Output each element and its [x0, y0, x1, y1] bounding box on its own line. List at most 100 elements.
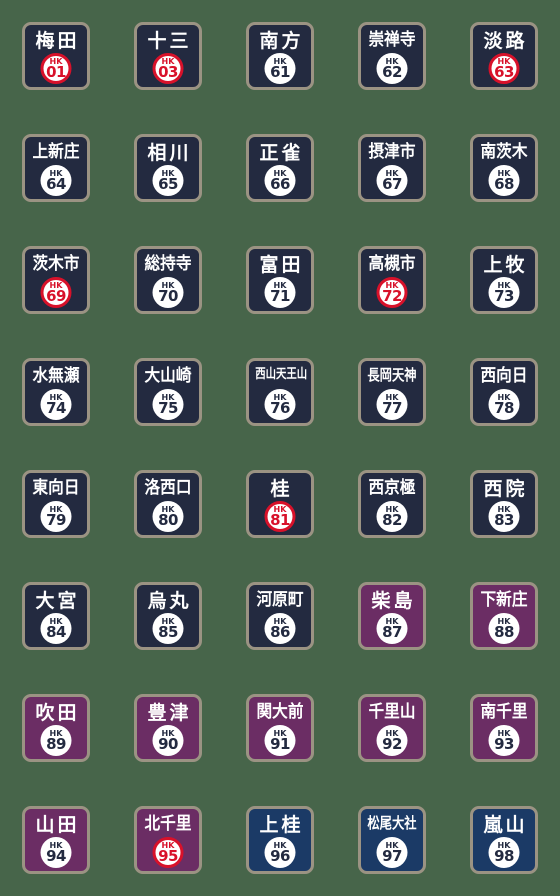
station-name-label: 桂 [270, 478, 290, 500]
station-sign-94[interactable]: 山田 HK 94 [22, 806, 90, 874]
station-sign-67[interactable]: 摂津市 HK 67 [358, 134, 426, 202]
station-cell: 関大前 HK 91 [224, 672, 336, 784]
station-sign-63[interactable]: 淡路 HK 63 [470, 22, 538, 90]
station-number-badge: HK 80 [152, 501, 184, 532]
station-name-label: 水無瀬 [32, 366, 80, 386]
station-sign-92[interactable]: 千里山 HK 92 [358, 694, 426, 762]
station-name-label: 柴島 [371, 590, 416, 612]
station-cell: 豊津 HK 90 [112, 672, 224, 784]
station-sign-62[interactable]: 崇禅寺 HK 62 [358, 22, 426, 90]
station-sign-93[interactable]: 南千里 HK 93 [470, 694, 538, 762]
station-cell: 西院 HK 83 [448, 448, 560, 560]
station-number-badge: HK 61 [264, 53, 296, 84]
station-number-badge: HK 79 [40, 501, 72, 532]
station-sign-70[interactable]: 総持寺 HK 70 [134, 246, 202, 314]
station-sign-83[interactable]: 西院 HK 83 [470, 470, 538, 538]
station-cell: 西京極 HK 82 [336, 448, 448, 560]
station-sign-66[interactable]: 正雀 HK 66 [246, 134, 314, 202]
station-sign-85[interactable]: 烏丸 HK 85 [134, 582, 202, 650]
station-number-label: 88 [494, 622, 514, 641]
station-number-badge: HK 62 [376, 53, 408, 84]
station-sign-88[interactable]: 下新庄 HK 88 [470, 582, 538, 650]
station-sign-76[interactable]: 西山天王山 HK 76 [246, 358, 314, 426]
station-name-label: 千里山 [368, 702, 416, 722]
station-sign-75[interactable]: 大山崎 HK 75 [134, 358, 202, 426]
station-cell: 茨木市 HK 69 [0, 224, 112, 336]
station-name-label: 上新庄 [32, 142, 80, 162]
station-number-badge: HK 63 [488, 53, 520, 84]
station-sign-89[interactable]: 吹田 HK 89 [22, 694, 90, 762]
station-name-label: 西山天王山 [255, 367, 308, 382]
station-name-label: 河原町 [256, 590, 304, 610]
station-name-label: 関大前 [256, 702, 304, 722]
station-sign-90[interactable]: 豊津 HK 90 [134, 694, 202, 762]
station-name-label: 総持寺 [144, 254, 192, 274]
station-sign-61[interactable]: 南方 HK 61 [246, 22, 314, 90]
station-sign-79[interactable]: 東向日 HK 79 [22, 470, 90, 538]
station-number-label: 92 [382, 734, 402, 753]
station-cell: 富田 HK 71 [224, 224, 336, 336]
station-number-badge: HK 76 [264, 389, 296, 420]
station-number-badge: HK 68 [488, 165, 520, 196]
station-cell: 山田 HK 94 [0, 784, 112, 896]
station-sign-65[interactable]: 相川 HK 65 [134, 134, 202, 202]
station-cell: 千里山 HK 92 [336, 672, 448, 784]
station-sign-82[interactable]: 西京極 HK 82 [358, 470, 426, 538]
station-number-badge: HK 85 [152, 613, 184, 644]
station-number-badge: HK 72 [376, 277, 408, 308]
station-cell: 大山崎 HK 75 [112, 336, 224, 448]
station-sign-71[interactable]: 富田 HK 71 [246, 246, 314, 314]
station-number-badge: HK 67 [376, 165, 408, 196]
station-number-badge: HK 96 [264, 837, 296, 868]
station-sign-01[interactable]: 梅田 HK 01 [22, 22, 90, 90]
station-number-badge: HK 84 [40, 613, 72, 644]
station-sign-86[interactable]: 河原町 HK 86 [246, 582, 314, 650]
station-number-label: 90 [158, 734, 178, 753]
station-sign-grid: 梅田 HK 01 十三 HK 03 南方 HK 61 崇禅寺 HK 62 淡路 HK 63 上新庄 HK 64 相川… [0, 0, 560, 896]
station-name-label: 嵐山 [483, 814, 528, 836]
station-sign-73[interactable]: 上牧 HK 73 [470, 246, 538, 314]
station-sign-64[interactable]: 上新庄 HK 64 [22, 134, 90, 202]
station-name-label: 南茨木 [480, 142, 528, 162]
station-sign-95[interactable]: 北千里 HK 95 [134, 806, 202, 874]
station-sign-77[interactable]: 長岡天神 HK 77 [358, 358, 426, 426]
station-sign-87[interactable]: 柴島 HK 87 [358, 582, 426, 650]
station-name-label: 梅田 [35, 30, 80, 52]
station-sign-96[interactable]: 上桂 HK 96 [246, 806, 314, 874]
station-sign-81[interactable]: 桂 HK 81 [246, 470, 314, 538]
station-number-label: 62 [382, 62, 402, 81]
station-sign-68[interactable]: 南茨木 HK 68 [470, 134, 538, 202]
station-sign-72[interactable]: 高槻市 HK 72 [358, 246, 426, 314]
station-name-label: 東向日 [32, 478, 80, 498]
station-cell: 下新庄 HK 88 [448, 560, 560, 672]
station-sign-74[interactable]: 水無瀬 HK 74 [22, 358, 90, 426]
station-number-badge: HK 81 [264, 501, 296, 532]
station-cell: 松尾大社 HK 97 [336, 784, 448, 896]
station-sign-91[interactable]: 関大前 HK 91 [246, 694, 314, 762]
station-cell: 上桂 HK 96 [224, 784, 336, 896]
station-sign-78[interactable]: 西向日 HK 78 [470, 358, 538, 426]
station-number-label: 61 [270, 62, 290, 81]
station-number-badge: HK 77 [376, 389, 408, 420]
station-name-label: 吹田 [35, 702, 80, 724]
station-number-badge: HK 98 [488, 837, 520, 868]
station-number-badge: HK 73 [488, 277, 520, 308]
station-sign-97[interactable]: 松尾大社 HK 97 [358, 806, 426, 874]
station-cell: 西向日 HK 78 [448, 336, 560, 448]
station-sign-80[interactable]: 洛西口 HK 80 [134, 470, 202, 538]
station-cell: 北千里 HK 95 [112, 784, 224, 896]
station-cell: 東向日 HK 79 [0, 448, 112, 560]
station-number-badge: HK 70 [152, 277, 184, 308]
station-sign-84[interactable]: 大宮 HK 84 [22, 582, 90, 650]
station-cell: 嵐山 HK 98 [448, 784, 560, 896]
station-name-label: 高槻市 [368, 254, 416, 274]
station-number-badge: HK 75 [152, 389, 184, 420]
station-number-label: 68 [494, 174, 514, 193]
station-number-label: 03 [158, 62, 178, 81]
station-sign-98[interactable]: 嵐山 HK 98 [470, 806, 538, 874]
station-sign-03[interactable]: 十三 HK 03 [134, 22, 202, 90]
station-name-label: 正雀 [259, 142, 304, 164]
station-name-label: 摂津市 [368, 142, 416, 162]
station-name-label: 西京極 [368, 478, 416, 498]
station-sign-69[interactable]: 茨木市 HK 69 [22, 246, 90, 314]
